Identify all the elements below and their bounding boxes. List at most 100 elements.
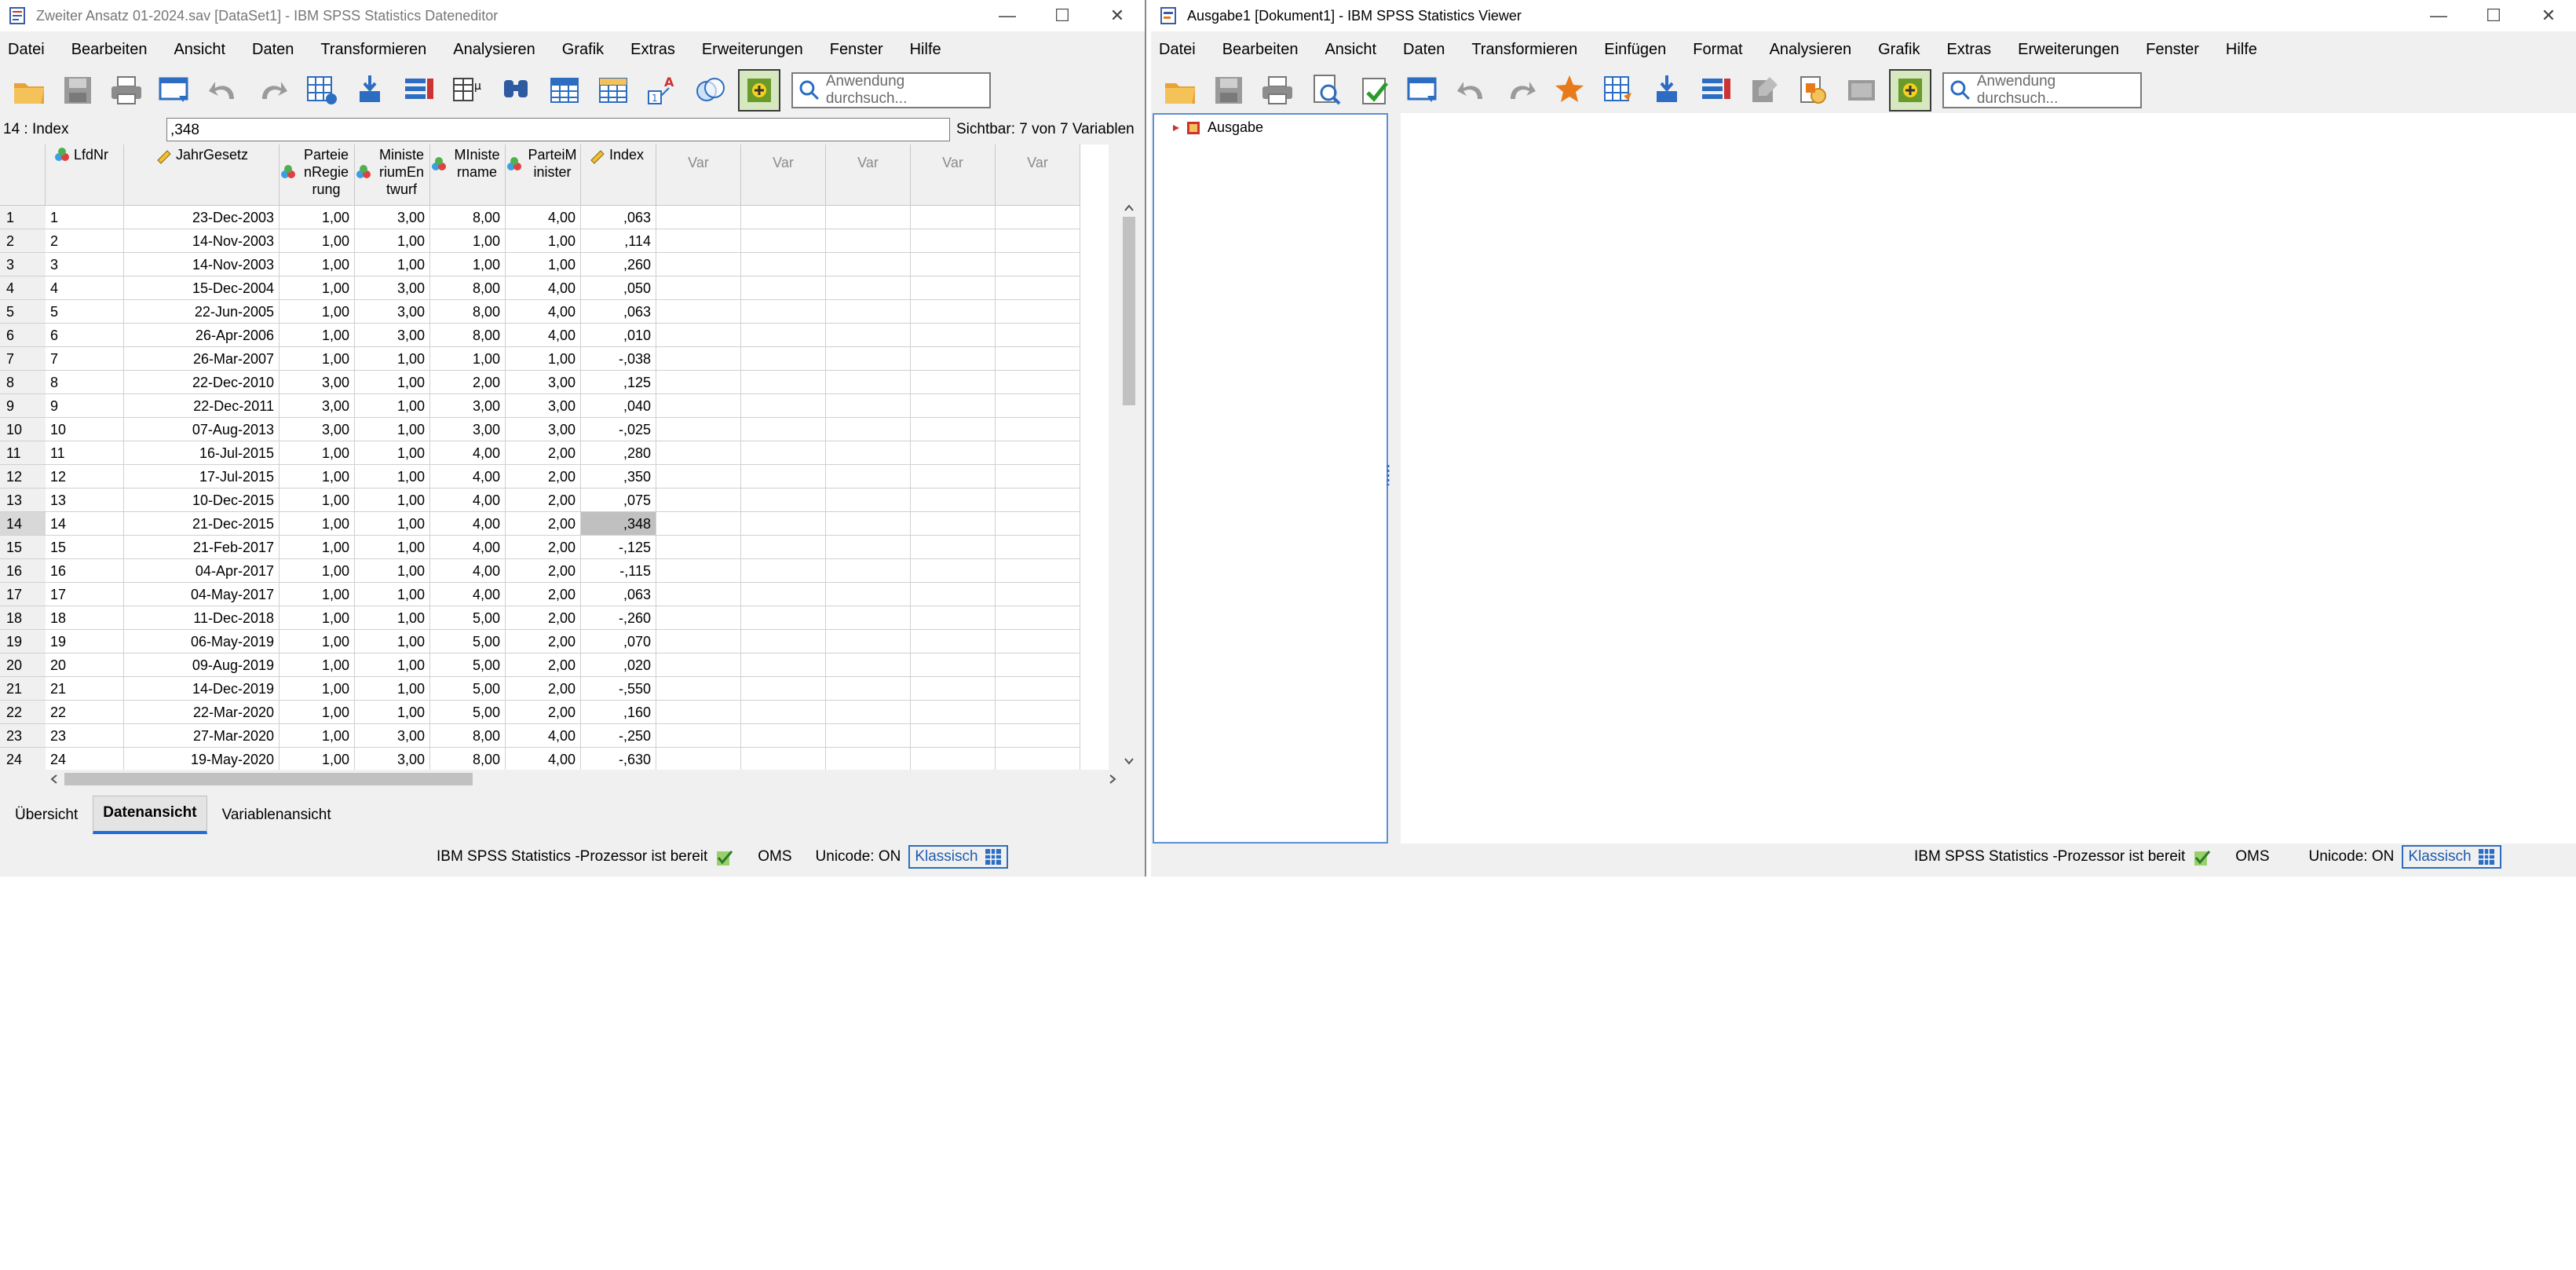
table-cell[interactable]: 5 xyxy=(46,300,124,324)
table-cell[interactable]: -,550 xyxy=(581,677,656,701)
table-cell[interactable]: ,260 xyxy=(581,253,656,276)
table-cell[interactable]: 8,00 xyxy=(430,206,506,229)
table-cell[interactable]: -,025 xyxy=(581,418,656,441)
table-cell[interactable] xyxy=(911,347,996,371)
print-preview-icon[interactable] xyxy=(1306,71,1346,110)
table-cell[interactable]: 19 xyxy=(46,630,124,653)
scroll-up-icon[interactable] xyxy=(1123,203,1135,214)
row-header[interactable]: 2 xyxy=(0,229,46,253)
pane-splitter[interactable] xyxy=(1384,463,1392,487)
table-cell[interactable] xyxy=(996,630,1080,653)
menu-daten[interactable]: Daten xyxy=(252,41,294,59)
column-header[interactable]: Parteie nRegie rung xyxy=(280,145,355,206)
table-cell[interactable]: 1,00 xyxy=(280,347,355,371)
table-cell[interactable]: 1,00 xyxy=(430,229,506,253)
viewer-redo-icon[interactable] xyxy=(1501,71,1540,110)
table-cell[interactable] xyxy=(826,418,911,441)
table-cell[interactable]: 1,00 xyxy=(355,583,430,606)
table-cell[interactable]: 3,00 xyxy=(506,371,581,394)
table-cell[interactable]: 09-Aug-2019 xyxy=(124,653,280,677)
table-cell[interactable]: 1,00 xyxy=(355,347,430,371)
table-cell[interactable]: 3,00 xyxy=(355,300,430,324)
table-cell[interactable] xyxy=(996,394,1080,418)
menu-grafik[interactable]: Grafik xyxy=(562,41,604,59)
table-cell[interactable]: 1,00 xyxy=(355,630,430,653)
table-cell[interactable]: 04-May-2017 xyxy=(124,583,280,606)
table-cell[interactable]: 15 xyxy=(46,536,124,559)
table-cell[interactable] xyxy=(826,536,911,559)
table-cell[interactable] xyxy=(826,606,911,630)
table-cell[interactable] xyxy=(996,347,1080,371)
table-cell[interactable] xyxy=(741,677,826,701)
row-header[interactable]: 1 xyxy=(0,206,46,229)
horizontal-scrollbar[interactable] xyxy=(46,770,1121,789)
row-header[interactable]: 23 xyxy=(0,724,46,748)
scroll-left-icon[interactable] xyxy=(49,773,60,785)
column-header[interactable]: MIniste rname xyxy=(430,145,506,206)
vertical-scrollbar[interactable] xyxy=(1120,201,1138,770)
maximize-button[interactable]: ☐ xyxy=(1035,0,1090,31)
table-cell[interactable] xyxy=(911,583,996,606)
row-header[interactable]: 14 xyxy=(0,512,46,536)
insert-cases-icon[interactable] xyxy=(545,71,584,110)
table-cell[interactable]: 3,00 xyxy=(280,394,355,418)
goto-variable-icon[interactable] xyxy=(350,71,389,110)
table-cell[interactable]: 22-Jun-2005 xyxy=(124,300,280,324)
row-header[interactable]: 8 xyxy=(0,371,46,394)
table-cell[interactable] xyxy=(741,300,826,324)
table-cell[interactable] xyxy=(996,276,1080,300)
print-icon[interactable] xyxy=(107,71,146,110)
table-cell[interactable] xyxy=(656,324,741,347)
table-cell[interactable]: ,125 xyxy=(581,371,656,394)
menu-transformieren[interactable]: Transformieren xyxy=(320,41,426,59)
tab-datenansicht[interactable]: Datenansicht xyxy=(93,796,207,834)
expand-arrow-icon[interactable] xyxy=(1171,123,1181,133)
table-cell[interactable] xyxy=(996,724,1080,748)
table-cell[interactable] xyxy=(826,324,911,347)
table-cell[interactable] xyxy=(741,229,826,253)
table-cell[interactable]: 1,00 xyxy=(280,489,355,512)
table-cell[interactable]: 4,00 xyxy=(506,276,581,300)
menu-erweiterungen[interactable]: Erweiterungen xyxy=(702,41,803,59)
table-cell[interactable]: 10 xyxy=(46,418,124,441)
table-cell[interactable]: 04-Apr-2017 xyxy=(124,559,280,583)
table-cell[interactable]: 11-Dec-2018 xyxy=(124,606,280,630)
table-cell[interactable] xyxy=(826,276,911,300)
split-file-icon[interactable]: μ xyxy=(448,71,487,110)
table-cell[interactable] xyxy=(826,465,911,489)
table-cell[interactable] xyxy=(911,394,996,418)
table-cell[interactable] xyxy=(741,465,826,489)
table-cell[interactable]: 1,00 xyxy=(355,418,430,441)
table-cell[interactable]: 16-Jul-2015 xyxy=(124,441,280,465)
table-cell[interactable] xyxy=(996,748,1080,770)
table-cell[interactable]: 6 xyxy=(46,324,124,347)
table-cell[interactable]: 1,00 xyxy=(355,371,430,394)
menu-datei[interactable]: Datei xyxy=(1159,41,1196,59)
table-cell[interactable]: 1,00 xyxy=(280,630,355,653)
table-cell[interactable]: 21-Dec-2015 xyxy=(124,512,280,536)
use-sets-icon[interactable] xyxy=(691,71,730,110)
row-header[interactable]: 20 xyxy=(0,653,46,677)
table-cell[interactable]: 8 xyxy=(46,371,124,394)
table-cell[interactable] xyxy=(656,583,741,606)
table-cell[interactable]: 9 xyxy=(46,394,124,418)
table-cell[interactable]: 18 xyxy=(46,606,124,630)
scroll-down-icon[interactable] xyxy=(1123,756,1135,767)
minimize-button[interactable]: — xyxy=(980,0,1035,31)
row-header[interactable]: 13 xyxy=(0,489,46,512)
table-cell[interactable]: 5,00 xyxy=(430,653,506,677)
table-cell[interactable] xyxy=(656,371,741,394)
show-hide-icon[interactable] xyxy=(1842,71,1881,110)
table-cell[interactable]: 2,00 xyxy=(506,489,581,512)
data-grid[interactable]: LfdNr JahrGesetz Parteie nRegie rung Ministe r… xyxy=(0,145,1109,770)
table-cell[interactable] xyxy=(826,653,911,677)
table-cell[interactable]: 11 xyxy=(46,441,124,465)
table-cell[interactable] xyxy=(826,441,911,465)
table-cell[interactable]: ,040 xyxy=(581,394,656,418)
table-cell[interactable]: 3,00 xyxy=(280,418,355,441)
table-cell[interactable] xyxy=(911,229,996,253)
table-cell[interactable]: ,063 xyxy=(581,206,656,229)
table-cell[interactable]: 17 xyxy=(46,583,124,606)
table-cell[interactable]: 1,00 xyxy=(280,583,355,606)
table-cell[interactable]: 27-Mar-2020 xyxy=(124,724,280,748)
